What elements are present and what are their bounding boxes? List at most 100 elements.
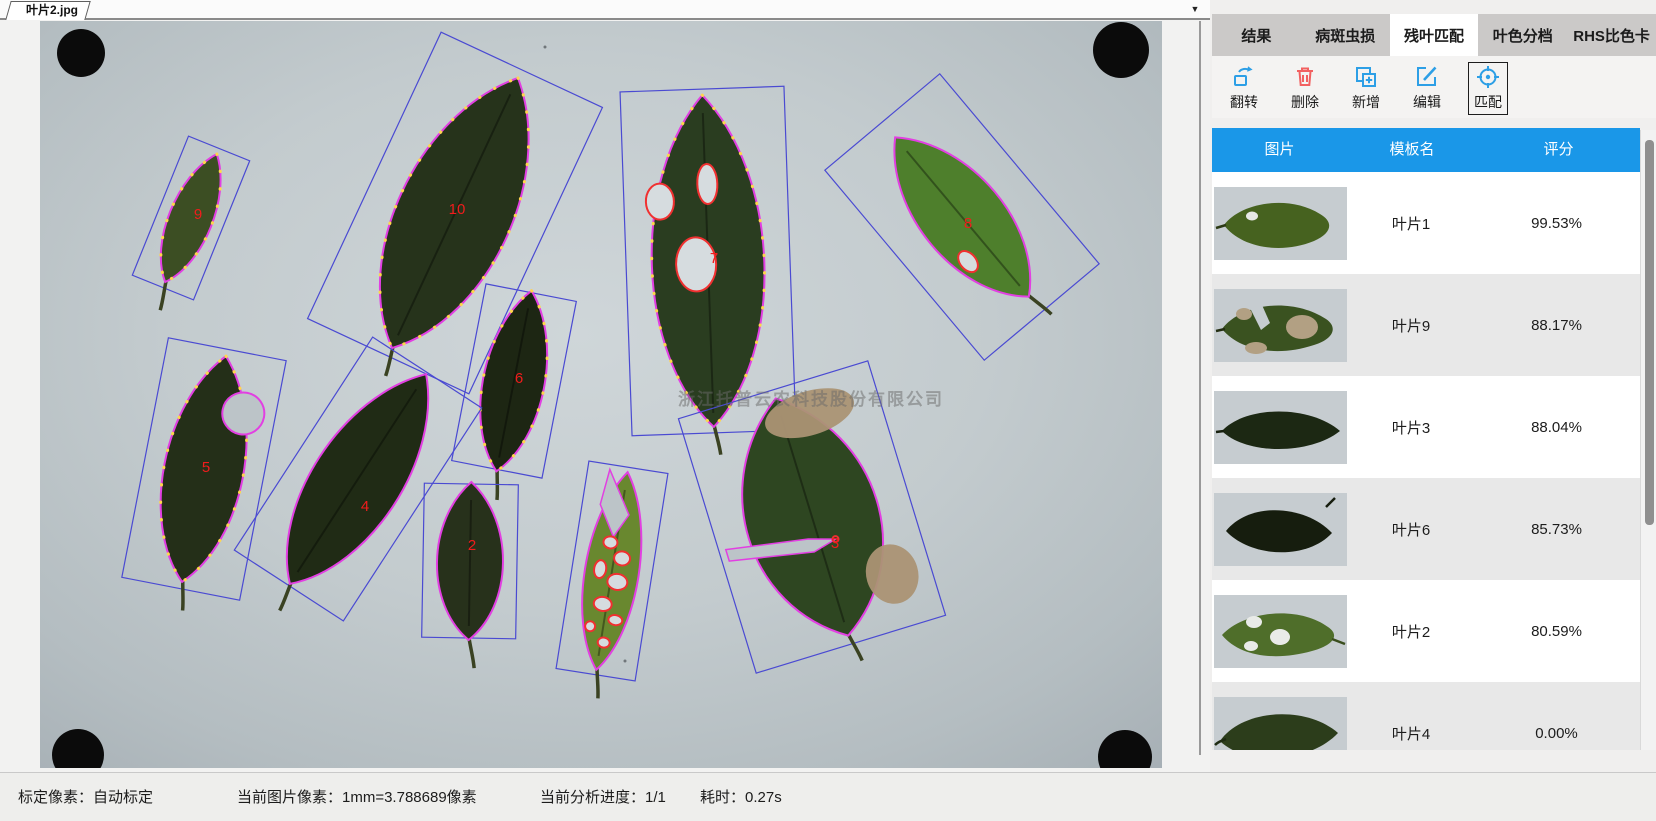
leaf-number-label: 10: [449, 201, 466, 218]
panel-tab-4[interactable]: 叶色分档: [1478, 14, 1567, 56]
table-header: 图片模板名评分: [1212, 128, 1640, 172]
status-item-3: 当前分析进度：1/1: [540, 773, 666, 821]
add-icon: [1353, 64, 1379, 90]
template-thumbnail: [1214, 697, 1347, 751]
leaf-number-label: 7: [710, 250, 718, 267]
template-score: 80.59%: [1475, 623, 1638, 640]
toolbar-button-label: 匹配: [1474, 92, 1502, 112]
match-table: 图片模板名评分 叶片199.53%叶片988.17%叶片388.04%叶片685…: [1212, 128, 1640, 750]
template-row-叶片3[interactable]: 叶片388.04%: [1212, 376, 1640, 478]
toolbar-button-label: 删除: [1291, 92, 1319, 112]
leaf-stem: [714, 423, 721, 455]
template-row-叶片4[interactable]: 叶片40.00%: [1212, 682, 1640, 750]
watermark-text: 浙江托普云农科技股份有限公司: [678, 389, 944, 409]
document-tabbar: 叶片2.jpg ▼: [0, 0, 1210, 20]
leaf-annotation-9[interactable]: [124, 136, 250, 320]
status-item-4: 耗时：0.27s: [700, 773, 782, 821]
template-row-叶片6[interactable]: 叶片685.73%: [1212, 478, 1640, 580]
damage-hole: [697, 164, 718, 205]
column-header-1: 图片: [1212, 128, 1347, 172]
edit-button[interactable]: 编辑: [1407, 62, 1447, 115]
leaf-stem: [491, 467, 503, 500]
leaf-thumbnail-image: [1214, 187, 1347, 260]
leaf-stem: [155, 278, 173, 310]
template-thumbnail: [1214, 493, 1347, 566]
status-item-1: 标定像素：自动标定: [18, 773, 153, 821]
template-thumbnail: [1214, 289, 1347, 362]
match-icon: [1475, 64, 1501, 90]
document-tab-label[interactable]: 叶片2.jpg: [10, 2, 94, 19]
template-name: 叶片4: [1347, 723, 1475, 744]
damage-hole: [597, 637, 610, 649]
template-score: 88.04%: [1475, 419, 1638, 436]
leaf-annotation-10[interactable]: [300, 32, 603, 411]
leaf-annotation-8[interactable]: [552, 461, 667, 704]
template-name: 叶片3: [1347, 417, 1475, 438]
analyzed-photo-canvas[interactable]: 9 10 6 7 8 5 4 2 3 浙江托普云农科技股份有限公司: [40, 21, 1162, 768]
template-score: 99.53%: [1475, 215, 1638, 232]
image-viewport: 9 10 6 7 8 5 4 2 3 浙江托普云农科技股份有限公司: [0, 20, 1210, 772]
template-name: 叶片6: [1347, 519, 1475, 540]
template-thumbnail: [1214, 595, 1347, 668]
panel-toolbar: 翻转删除 新增编辑 匹配: [1212, 56, 1656, 118]
template-thumbnail: [1214, 391, 1347, 464]
leaf-stem: [592, 666, 603, 699]
registration-marker: [1093, 22, 1149, 78]
leaf-thumbnail-image: [1214, 289, 1347, 362]
leaf-number-label: 9: [194, 206, 202, 223]
image-viewer-pane: 叶片2.jpg ▼ 9 10 6 7 8 5 4 2 3 浙江托普云农科技股份有限公司: [0, 0, 1210, 772]
template-score: 85.73%: [1475, 521, 1638, 538]
leaf-thumbnail-image: [1214, 391, 1347, 464]
leaf-thumbnail-image: [1214, 493, 1347, 566]
leaf-number-label: 5: [202, 459, 210, 476]
template-name: 叶片9: [1347, 315, 1475, 336]
panel-tabbar: 结果病斑虫损残叶匹配叶色分档RHS比色卡: [1212, 14, 1656, 56]
registration-marker: [1098, 730, 1152, 768]
panel-scrollbar[interactable]: [1640, 130, 1656, 750]
leaf-number-label: 2: [468, 537, 476, 554]
match-button[interactable]: 匹配: [1468, 62, 1508, 115]
panel-tab-1[interactable]: 结果: [1212, 14, 1301, 56]
template-score: 0.00%: [1475, 725, 1638, 742]
leaf-annotation-5[interactable]: [118, 338, 286, 621]
leaf-number-label: 8: [964, 215, 972, 232]
tab-list-dropdown-icon[interactable]: ▼: [1186, 4, 1204, 18]
leaf-stem: [275, 580, 297, 610]
leaf-number-label: 3: [831, 535, 839, 552]
panel-tab-2[interactable]: 病斑虫损: [1301, 14, 1390, 56]
trash-icon: [1292, 64, 1318, 90]
photo-speck: [624, 660, 627, 663]
column-header-3: 评分: [1477, 128, 1640, 172]
column-header-2: 模板名: [1347, 128, 1477, 172]
flip-button[interactable]: 翻转: [1224, 62, 1264, 115]
app-window: 叶片2.jpg ▼ 9 10 6 7 8 5 4 2 3 浙江托普云农科技股份有限公司 结果病斑虫…: [0, 0, 1656, 821]
toolbar-button-label: 编辑: [1413, 92, 1441, 112]
leaf-stem: [177, 578, 189, 611]
template-name: 叶片1: [1347, 213, 1475, 234]
table-rows: 叶片199.53%叶片988.17%叶片388.04%叶片685.73%叶片28…: [1212, 172, 1640, 750]
leaf-number-label: 4: [361, 498, 369, 515]
panel-tab-5[interactable]: RHS比色卡: [1567, 14, 1656, 56]
template-score: 88.17%: [1475, 317, 1638, 334]
edit-icon: [1414, 64, 1440, 90]
status-item-2: 当前图片像素：1mm=3.788689像素: [237, 773, 477, 821]
template-thumbnail: [1214, 187, 1347, 260]
damage-hole: [584, 621, 595, 632]
trash-button[interactable]: 删除: [1285, 62, 1325, 115]
flip-icon: [1231, 64, 1257, 90]
panel-scrollbar-thumb[interactable]: [1645, 140, 1654, 525]
leaf-contour: [145, 146, 237, 290]
analysis-panel: 结果病斑虫损残叶匹配叶色分档RHS比色卡 翻转删除新增编辑匹配 图片模板名评分 …: [1210, 0, 1656, 772]
template-row-叶片2[interactable]: 叶片280.59%: [1212, 580, 1640, 682]
leaf-annotation-6[interactable]: [446, 282, 577, 508]
pane-divider[interactable]: [1199, 21, 1201, 755]
add-button[interactable]: 新增: [1346, 62, 1386, 115]
leaf-thumbnail-image: [1214, 595, 1347, 668]
leaf-annotation-2[interactable]: [421, 481, 518, 669]
leaf-number-label: 6: [515, 370, 523, 387]
template-name: 叶片2: [1347, 621, 1475, 642]
template-row-叶片1[interactable]: 叶片199.53%: [1212, 172, 1640, 274]
panel-tab-3[interactable]: 残叶匹配: [1390, 14, 1479, 56]
damage-hole: [645, 183, 674, 220]
template-row-叶片9[interactable]: 叶片988.17%: [1212, 274, 1640, 376]
